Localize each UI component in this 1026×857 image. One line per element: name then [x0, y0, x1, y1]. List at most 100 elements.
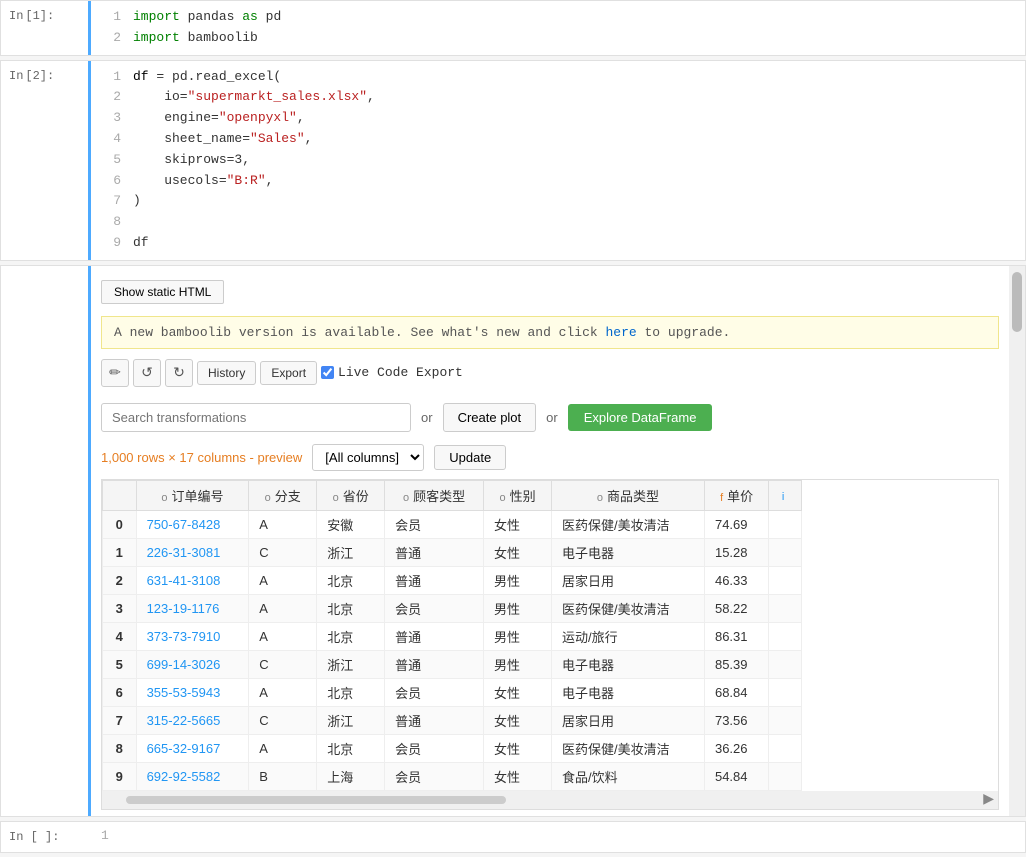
line-num: 3 — [101, 108, 121, 129]
th-product-type[interactable]: o商品类型 — [551, 480, 704, 510]
cell-price: 68.84 — [704, 678, 768, 706]
th-customer-type[interactable]: o顾客类型 — [385, 480, 484, 510]
cell-product: 电子电器 — [551, 678, 704, 706]
cell-gender: 女性 — [484, 510, 552, 538]
cell-province: 浙江 — [317, 650, 385, 678]
columns-select[interactable]: [All columns] — [312, 444, 424, 471]
cell-index: 3 — [103, 594, 137, 622]
preview-row: 1,000 rows × 17 columns - preview [All c… — [101, 440, 999, 479]
th-branch[interactable]: o分支 — [249, 480, 317, 510]
horizontal-scrollbar[interactable]: ▶ — [102, 791, 998, 809]
cell-extra — [769, 650, 802, 678]
code-text: usecols="B:R", — [133, 171, 273, 192]
empty-cell-content[interactable]: 1 — [91, 822, 1025, 852]
cell-price: 86.31 — [704, 622, 768, 650]
cell-order[interactable]: 315-22-5665 — [136, 706, 249, 734]
explore-dataframe-button[interactable]: Explore DataFrame — [568, 404, 713, 431]
th-gender[interactable]: o性别 — [484, 480, 552, 510]
code-line: 1 df = pd.read_excel( — [101, 67, 1015, 88]
cell-province: 北京 — [317, 622, 385, 650]
code-text: ) — [133, 191, 141, 212]
table-row: 9 692-92-5582 B 上海 会员 女性 食品/饮料 54.84 — [103, 762, 802, 790]
cell-customer: 普通 — [385, 706, 484, 734]
scrollbar-thumb[interactable] — [126, 796, 506, 804]
banner: A new bamboolib version is available. Se… — [101, 316, 999, 349]
empty-cell-prompt: In [ ]: — [1, 822, 91, 852]
cell-order[interactable]: 226-31-3081 — [136, 538, 249, 566]
line-num: 8 — [101, 212, 121, 233]
line-num: 4 — [101, 129, 121, 150]
empty-cell: In [ ]: 1 — [0, 821, 1026, 853]
cell-order[interactable]: 123-19-1176 — [136, 594, 249, 622]
cell-branch: A — [249, 566, 317, 594]
code-text: io="supermarkt_sales.xlsx", — [133, 87, 375, 108]
pencil-button[interactable]: ✏ — [101, 359, 129, 387]
cell-product: 电子电器 — [551, 650, 704, 678]
update-button[interactable]: Update — [434, 445, 506, 470]
cell-province: 北京 — [317, 734, 385, 762]
cell-price: 74.69 — [704, 510, 768, 538]
show-static-html-button[interactable]: Show static HTML — [101, 280, 224, 304]
cell-order[interactable]: 631-41-3108 — [136, 566, 249, 594]
code-line: 3 engine="openpyxl", — [101, 108, 1015, 129]
cell-index: 7 — [103, 706, 137, 734]
cell-index: 9 — [103, 762, 137, 790]
create-plot-button[interactable]: Create plot — [443, 403, 537, 432]
cell-gender: 男性 — [484, 650, 552, 678]
export-button[interactable]: Export — [260, 361, 317, 385]
cell-order[interactable]: 750-67-8428 — [136, 510, 249, 538]
cell-output: Show static HTML A new bamboolib version… — [0, 265, 1026, 817]
cell-gender: 女性 — [484, 734, 552, 762]
cell-customer: 普通 — [385, 650, 484, 678]
cell-price: 46.33 — [704, 566, 768, 594]
table-row: 5 699-14-3026 C 浙江 普通 男性 电子电器 85.39 — [103, 650, 802, 678]
cell-order[interactable]: 665-32-9167 — [136, 734, 249, 762]
redo-button[interactable]: ↻ — [165, 359, 193, 387]
cell-extra — [769, 566, 802, 594]
live-code-label: Live Code Export — [338, 365, 463, 380]
empty-cell-num: [ ]: — [31, 830, 60, 844]
code-line: 5 skiprows=3, — [101, 150, 1015, 171]
cell-branch: A — [249, 510, 317, 538]
cell-index: 6 — [103, 678, 137, 706]
cell-order[interactable]: 355-53-5943 — [136, 678, 249, 706]
cell-province: 浙江 — [317, 706, 385, 734]
code-text: import bamboolib — [133, 28, 258, 49]
banner-link[interactable]: here — [605, 325, 636, 340]
cell-1-num: [1]: — [25, 9, 54, 23]
scroll-right-arrow[interactable]: ▶ — [983, 791, 994, 808]
line-num: 2 — [101, 28, 121, 49]
table-row: 7 315-22-5665 C 浙江 普通 女性 居家日用 73.56 — [103, 706, 802, 734]
cell-2-content[interactable]: 1 df = pd.read_excel( 2 io="supermarkt_s… — [91, 61, 1025, 260]
vertical-scrollbar[interactable] — [1009, 266, 1025, 816]
code-line: 1 import pandas as pd — [101, 7, 1015, 28]
cell-gender: 女性 — [484, 762, 552, 790]
cell-customer: 普通 — [385, 566, 484, 594]
history-button[interactable]: History — [197, 361, 256, 385]
th-order-num[interactable]: o订单编号 — [136, 480, 249, 510]
th-province[interactable]: o省份 — [317, 480, 385, 510]
code-text: sheet_name="Sales", — [133, 129, 312, 150]
cell-order[interactable]: 699-14-3026 — [136, 650, 249, 678]
th-unit-price[interactable]: f单价 — [704, 480, 768, 510]
cell-order[interactable]: 373-73-7910 — [136, 622, 249, 650]
cell-province: 北京 — [317, 566, 385, 594]
cell-1-content[interactable]: 1 import pandas as pd 2 import bamboolib — [91, 1, 1025, 55]
cell-price: 58.22 — [704, 594, 768, 622]
cell-customer: 普通 — [385, 538, 484, 566]
search-input[interactable] — [101, 403, 411, 432]
th-extra[interactable]: i — [769, 480, 802, 510]
cell-1: In [1]: 1 import pandas as pd 2 import b… — [0, 0, 1026, 56]
vscroll-thumb[interactable] — [1012, 272, 1022, 332]
cell-price: 36.26 — [704, 734, 768, 762]
live-code-export-checkbox[interactable]: Live Code Export — [321, 365, 463, 380]
live-code-checkbox-input[interactable] — [321, 366, 334, 379]
toolbar: ✏ ↺ ↻ History Export Live Code Export — [101, 353, 999, 391]
cell-product: 居家日用 — [551, 706, 704, 734]
cell-product: 居家日用 — [551, 566, 704, 594]
undo-button[interactable]: ↺ — [133, 359, 161, 387]
cell-order[interactable]: 692-92-5582 — [136, 762, 249, 790]
cell-2-prompt: In [2]: — [1, 61, 91, 260]
cell-province: 上海 — [317, 762, 385, 790]
cell-index: 8 — [103, 734, 137, 762]
